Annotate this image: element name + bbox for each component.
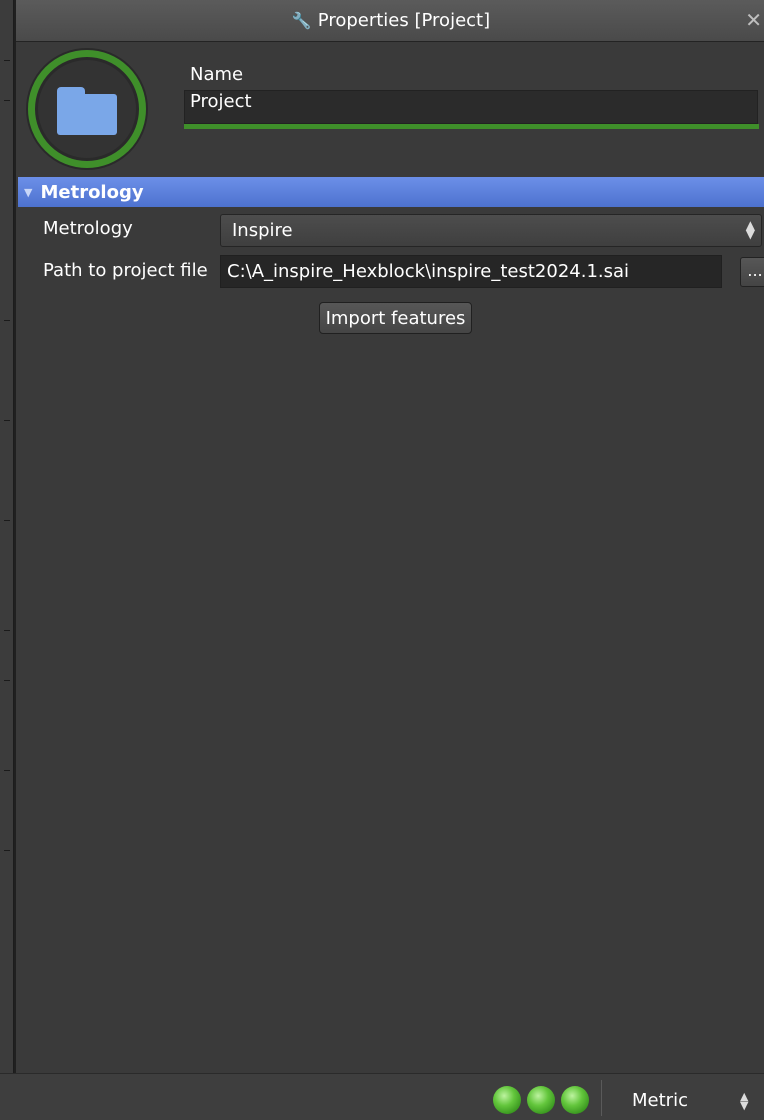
name-label: Name [190,64,244,85]
section-title: Metrology [40,181,144,203]
path-label: Path to project file [43,260,208,281]
units-select-value[interactable]: Metric [632,1090,688,1111]
folder-icon [57,87,117,135]
object-status-ring [28,50,146,168]
object-header: Name Project [16,42,764,176]
import-features-button[interactable]: Import features [319,302,472,334]
updown-arrows-icon[interactable]: ▲ ▼ [740,1091,748,1111]
properties-panel: 🔧 Properties [Project] ✕ Name Project ▼ … [14,0,764,1073]
browse-button[interactable]: ... [740,257,764,287]
ruler-tick [4,60,10,61]
ruler-tick [4,320,10,321]
ruler-tick [4,680,10,681]
ruler-tick [4,770,10,771]
status-divider [601,1080,602,1116]
close-icon[interactable]: ✕ [745,8,762,32]
wrench-icon: 🔧 [291,11,312,30]
name-field-value: Project [190,91,252,112]
ruler-tick [4,100,10,101]
status-light-2 [527,1086,555,1114]
panel-titlebar[interactable]: 🔧 Properties [Project] ✕ [16,0,764,42]
name-field[interactable]: Project [184,90,758,124]
section-header-metrology[interactable]: ▼ Metrology [18,177,764,207]
status-light-1 [493,1086,521,1114]
ruler-tick [4,420,10,421]
collapse-triangle-icon[interactable]: ▼ [24,186,32,199]
status-light-3 [561,1086,589,1114]
updown-arrows-icon: ▲ ▼ [745,218,755,241]
panel-title: Properties [Project] [317,10,491,31]
left-edge-strip [0,0,14,1120]
project-path-field[interactable]: C:\A_inspire_Hexblock\inspire_test2024.1… [220,255,722,288]
status-bar: Metric ▲ ▼ [0,1073,764,1120]
ruler-tick [4,520,10,521]
name-field-underline [184,124,759,129]
ruler-tick [4,630,10,631]
ruler-tick [4,850,10,851]
metrology-select[interactable]: Inspire ▲ ▼ [220,214,762,247]
metrology-label: Metrology [43,218,133,239]
import-features-label: Import features [325,307,466,329]
project-path-value: C:\A_inspire_Hexblock\inspire_test2024.1… [227,261,630,282]
metrology-select-value: Inspire [232,220,293,241]
